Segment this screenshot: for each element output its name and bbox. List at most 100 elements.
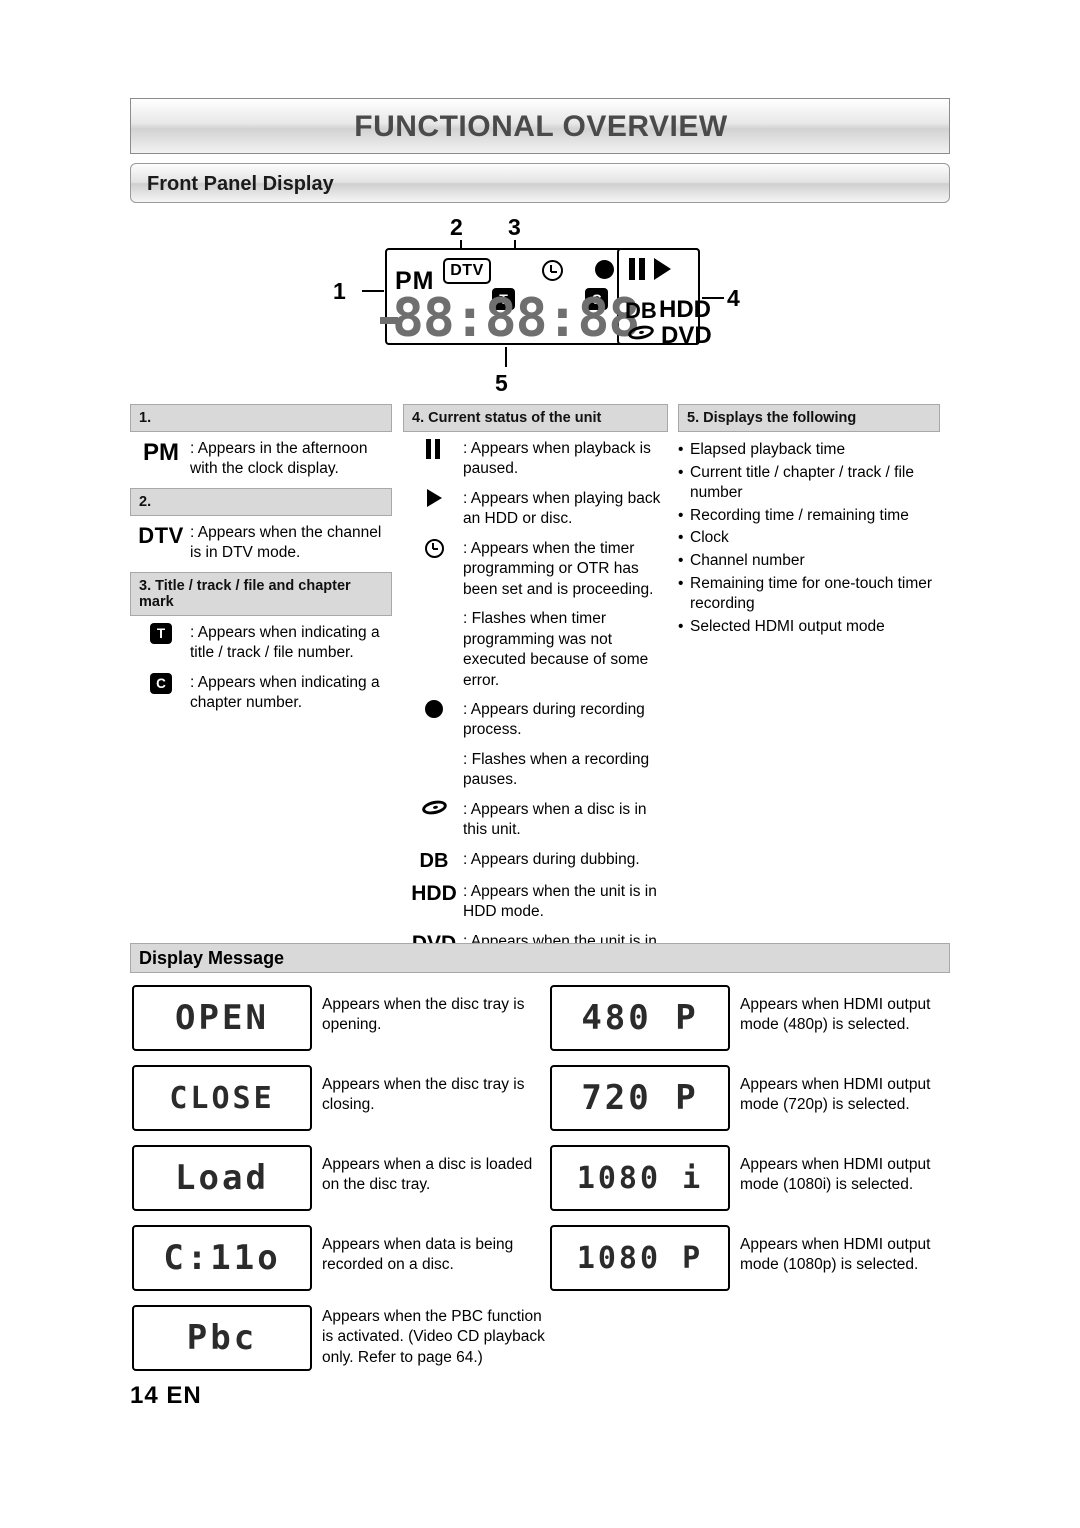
lcd-load: Load xyxy=(132,1145,312,1211)
lcd-close: CLOSE xyxy=(132,1065,312,1131)
display-list: Elapsed playback time Current title / ch… xyxy=(678,440,940,637)
lcd-1080i: 1080 i xyxy=(550,1145,730,1211)
lcd-480p-description: Appears when HDMI output mode (480p) is … xyxy=(740,996,931,1034)
dtv-description: : Appears when the channel is in DTV mod… xyxy=(190,523,382,562)
leader-line-5 xyxy=(505,347,507,367)
title-mark-glyph-wrap: T xyxy=(132,622,190,664)
record-icon xyxy=(425,699,443,718)
lcd-open-description: Appears when the disc tray is opening. xyxy=(322,996,525,1034)
display-message-header: Display Message xyxy=(130,943,950,973)
status-entry-db: DB : Appears during dubbing. xyxy=(403,843,668,875)
status-entry-timer-error: : Flashes when timer programming was not… xyxy=(403,602,668,693)
callout-3: 3 xyxy=(508,214,521,240)
disc-icon xyxy=(420,798,448,817)
record-description: : Appears during recording process. xyxy=(463,700,645,739)
chapter-mark-glyph-wrap: C xyxy=(132,672,190,714)
lcd-480p: 480 P xyxy=(550,985,730,1051)
display-message-row: OPEN Appears when the disc tray is openi… xyxy=(130,985,950,1065)
timer-glyph-wrap xyxy=(405,538,463,600)
pause-description: : Appears when playback is paused. xyxy=(463,440,651,478)
play-icon xyxy=(654,258,671,280)
legend-bar-3: 3. Title / track / file and chapter mark xyxy=(130,571,392,616)
pause-icon xyxy=(629,258,647,280)
status-entry-record-pause: : Flashes when a recording pauses. xyxy=(403,743,668,793)
timer-icon xyxy=(542,260,563,281)
page-title: FUNCTIONAL OVERVIEW xyxy=(354,110,728,143)
lcd-pbc: Pbc xyxy=(132,1305,312,1371)
pm-glyph: PM xyxy=(143,439,179,466)
lcd-1080i-description: Appears when HDMI output mode (1080i) is… xyxy=(740,1156,931,1194)
title-mark-description: : Appears when indicating a title / trac… xyxy=(190,623,380,662)
db-description: : Appears during dubbing. xyxy=(463,850,640,868)
legend-column-1: 1. PM : Appears in the afternoon with th… xyxy=(130,404,392,716)
pm-description: : Appears in the afternoon with the cloc… xyxy=(190,440,368,478)
timer-error-description: : Flashes when timer programming was not… xyxy=(463,610,649,689)
lcd-pbc-description: Appears when the PBC function is activat… xyxy=(322,1308,545,1366)
lcd-pbc-text: Pbc xyxy=(186,1318,258,1358)
manual-page: FUNCTIONAL OVERVIEW Front Panel Display … xyxy=(0,0,1080,1528)
chapter-mark-glyph: C xyxy=(150,672,172,694)
lcd-close-description: Appears when the disc tray is closing. xyxy=(322,1076,525,1114)
legend-bar-1: 1. xyxy=(130,404,392,432)
status-entry-play: : Appears when playing back an HDD or di… xyxy=(403,482,668,532)
display-message-title: Display Message xyxy=(139,947,285,968)
callout-5: 5 xyxy=(495,370,508,396)
record-icon xyxy=(595,260,614,279)
lcd-open: OPEN xyxy=(132,985,312,1051)
list-item: Recording time / remaining time xyxy=(678,506,940,527)
record-glyph-wrap xyxy=(405,699,463,741)
legend-entry-pm: PM : Appears in the afternoon with the c… xyxy=(130,432,392,482)
disc-glyph-wrap xyxy=(405,798,463,841)
list-item: Selected HDMI output mode xyxy=(678,617,940,638)
lcd-1080p: 1080 P xyxy=(550,1225,730,1291)
lcd-load-description: Appears when a disc is loaded on the dis… xyxy=(322,1156,533,1194)
timer-description: : Appears when the timer programming or … xyxy=(463,539,654,598)
dtv-glyph: DTV xyxy=(138,522,184,548)
status-entry-disc: : Appears when a disc is in this unit. xyxy=(403,793,668,843)
blank-glyph-1 xyxy=(405,609,463,691)
lcd-recording-text: C:11o xyxy=(163,1238,281,1278)
panel-db-indicator: DB xyxy=(625,298,657,323)
panel-dtv-indicator: DTV xyxy=(443,258,491,284)
front-panel-figure: 2 3 1 4 5 PM DTV T C 88:88:88 DB HDD DVD xyxy=(130,210,950,396)
lcd-720p-description: Appears when HDMI output mode (720p) is … xyxy=(740,1076,931,1114)
lcd-load-text: Load xyxy=(175,1158,269,1198)
display-message-row: C:11o Appears when data is being recorde… xyxy=(130,1225,950,1305)
play-icon xyxy=(426,488,442,507)
legend-entry-chapter-mark: C : Appears when indicating a chapter nu… xyxy=(130,666,392,716)
list-item: Clock xyxy=(678,528,940,549)
lcd-720p-text: 720 P xyxy=(581,1078,699,1118)
display-message-grid: OPEN Appears when the disc tray is openi… xyxy=(130,985,950,1385)
title-mark-glyph: T xyxy=(150,622,172,644)
status-entry-pause: : Appears when playback is paused. xyxy=(403,432,668,482)
lcd-480p-text: 480 P xyxy=(581,998,699,1038)
legend-bar-2: 2. xyxy=(130,487,392,516)
lcd-recording-description: Appears when data is being recorded on a… xyxy=(322,1236,514,1274)
leader-line-1 xyxy=(362,290,384,292)
pause-icon xyxy=(426,439,442,459)
status-entry-record: : Appears during recording process. xyxy=(403,693,668,743)
display-message-row: Load Appears when a disc is loaded on th… xyxy=(130,1145,950,1225)
hdd-glyph: HDD xyxy=(411,881,457,905)
panel-hdd-indicator: HDD xyxy=(659,296,711,323)
lcd-1080p-description: Appears when HDMI output mode (1080p) is… xyxy=(740,1236,931,1274)
list-item: Elapsed playback time xyxy=(678,440,940,461)
status-entry-timer: : Appears when the timer programming or … xyxy=(403,532,668,602)
lcd-720p: 720 P xyxy=(550,1065,730,1131)
blank-glyph-2 xyxy=(405,750,463,791)
play-glyph-wrap xyxy=(405,488,463,530)
legend-entry-dtv: DTV : Appears when the channel is in DTV… xyxy=(130,516,392,566)
disc-description: : Appears when a disc is in this unit. xyxy=(463,800,647,839)
display-message-row: Pbc Appears when the PBC function is act… xyxy=(130,1305,950,1385)
panel-dvd-indicator: DVD xyxy=(661,322,712,349)
pause-glyph-wrap xyxy=(405,439,463,480)
section-title: Front Panel Display xyxy=(147,172,334,195)
panel-digits: 88:88:88 xyxy=(392,288,640,349)
lcd-close-text: CLOSE xyxy=(169,1080,275,1116)
lcd-open-text: OPEN xyxy=(175,998,269,1038)
callout-2: 2 xyxy=(450,214,463,240)
legend-entry-title-mark: T : Appears when indicating a title / tr… xyxy=(130,616,392,666)
list-item: Current title / chapter / track / file n… xyxy=(678,463,940,504)
list-item: Remaining time for one-touch timer recor… xyxy=(678,574,940,615)
chapter-mark-description: : Appears when indicating a chapter numb… xyxy=(190,673,380,712)
